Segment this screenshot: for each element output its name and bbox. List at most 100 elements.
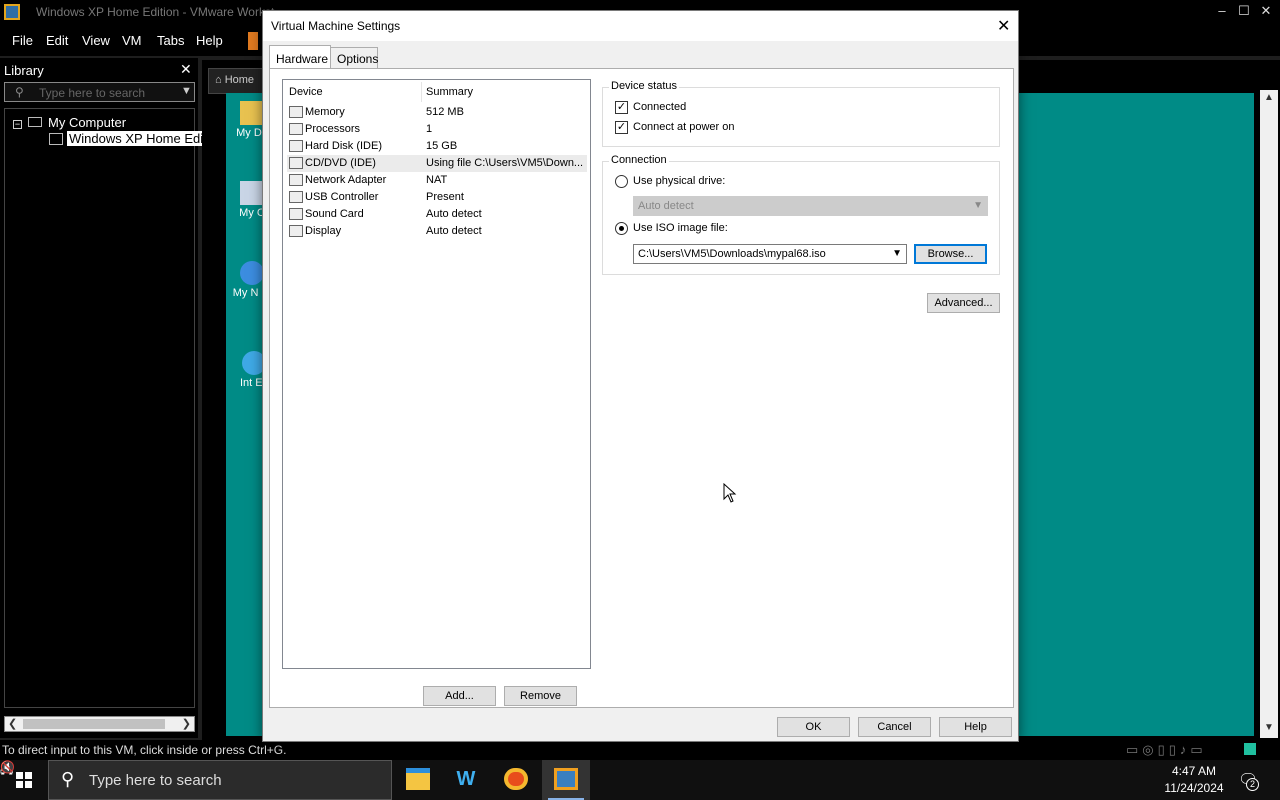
tree-item-vm[interactable]: Windows XP Home Edit — [49, 131, 209, 147]
tree-item-label: Windows XP Home Edit — [67, 131, 209, 147]
folder-icon — [240, 101, 264, 125]
connection-label: Connection — [609, 154, 669, 166]
chevron-down-icon: ▼ — [973, 200, 983, 211]
device-list[interactable]: Device Summary Memory 512 MB Processors 1 Ha… — [282, 79, 591, 669]
tab-home[interactable]: ⌂ Home — [208, 68, 270, 94]
device-name: Processors — [305, 123, 361, 135]
browse-button[interactable]: Browse... — [914, 244, 987, 264]
checkbox-checked-icon[interactable]: ✓ — [615, 121, 628, 134]
chevron-down-icon[interactable]: ▼ — [892, 248, 902, 259]
scroll-left-icon[interactable]: ❮ — [8, 717, 17, 730]
dialog-close-button[interactable]: ✕ — [997, 16, 1010, 36]
cancel-button[interactable]: Cancel — [858, 717, 931, 737]
scroll-down-icon[interactable]: ▼ — [1264, 722, 1274, 733]
taskbar-w-app[interactable]: W — [442, 760, 490, 800]
taskbar-vmware[interactable] — [542, 760, 590, 800]
device-summary: 512 MB — [426, 106, 464, 118]
system-clock[interactable]: 4:47 AM 11/24/2024 — [1162, 763, 1226, 797]
memory-icon — [289, 106, 303, 118]
taskbar-browser[interactable] — [492, 760, 540, 800]
vmware-app-icon — [4, 4, 20, 20]
menu-help[interactable]: Help — [196, 33, 223, 48]
add-device-button[interactable]: Add... — [423, 686, 496, 706]
help-button[interactable]: Help — [939, 717, 1012, 737]
close-window-button[interactable]: ✕ — [1256, 3, 1276, 19]
tree-item-my-computer[interactable]: − My Computer — [13, 115, 126, 130]
device-summary: NAT — [426, 174, 448, 186]
menu-file[interactable]: File — [12, 33, 33, 48]
cd-dvd-icon — [289, 157, 303, 169]
search-icon: ⚲ — [61, 769, 75, 789]
clock-time: 4:47 AM — [1171, 764, 1217, 778]
device-name: Network Adapter — [305, 174, 387, 186]
device-name: Hard Disk (IDE) — [305, 140, 383, 152]
minimize-button[interactable]: – — [1212, 3, 1232, 18]
network-icon — [240, 261, 264, 285]
notification-count-badge: 2 — [1246, 778, 1259, 791]
tab-hardware[interactable]: Hardware — [269, 45, 331, 68]
library-title: Library — [4, 63, 44, 78]
radio-unselected-icon[interactable] — [615, 175, 628, 188]
radio-selected-icon[interactable] — [615, 222, 628, 235]
notification-center-button[interactable]: 🗨 2 — [1238, 770, 1259, 791]
browser-icon — [504, 768, 528, 790]
device-row[interactable]: Hard Disk (IDE) 15 GB — [287, 138, 587, 155]
column-header-summary[interactable]: Summary — [426, 86, 473, 98]
connect-at-power-on-label: Connect at power on — [633, 121, 735, 133]
sound-card-icon — [289, 208, 303, 220]
vm-vertical-scrollbar[interactable]: ▲ ▼ — [1260, 90, 1278, 738]
device-row[interactable]: Memory 512 MB — [287, 104, 587, 121]
iso-path-combobox[interactable]: C:\Users\VM5\Downloads\mypal68.iso ▼ — [633, 244, 907, 264]
device-name: Display — [305, 225, 342, 237]
library-search-input[interactable]: ⚲ Type here to search ▼ — [4, 82, 195, 102]
menu-edit[interactable]: Edit — [46, 33, 68, 48]
pause-icon[interactable] — [248, 32, 258, 50]
vm-settings-dialog: Virtual Machine Settings ✕ Hardware Opti… — [262, 10, 1019, 742]
w-app-icon: W — [456, 768, 476, 790]
taskbar-search-input[interactable]: ⚲ Type here to search — [48, 760, 392, 800]
tab-home-label: Home — [224, 74, 255, 86]
taskbar-file-explorer[interactable] — [394, 760, 442, 800]
checkbox-checked-icon[interactable]: ✓ — [615, 101, 628, 114]
device-status-label: Device status — [609, 80, 680, 92]
scrollbar-thumb[interactable] — [23, 719, 165, 729]
hard-disk-icon — [289, 140, 303, 152]
computer-icon — [28, 117, 42, 127]
device-row[interactable]: Display Auto detect — [287, 223, 587, 240]
file-explorer-icon — [406, 768, 430, 790]
use-iso-image-label: Use ISO image file: — [633, 222, 728, 234]
search-icon: ⚲ — [15, 85, 24, 99]
usb-icon — [289, 191, 303, 203]
column-separator[interactable] — [421, 82, 422, 102]
volume-muted-icon[interactable]: 🔇 — [0, 760, 15, 774]
chevron-down-icon[interactable]: ▼ — [181, 85, 192, 97]
device-row[interactable]: CD/DVD (IDE) Using file C:\Users\VM5\Down… — [287, 155, 587, 172]
library-tree: − My Computer Windows XP Home Edit — [4, 108, 209, 708]
scroll-up-icon[interactable]: ▲ — [1264, 92, 1274, 103]
physical-drive-select: Auto detect ▼ — [633, 196, 988, 216]
menu-tabs[interactable]: Tabs — [157, 33, 184, 48]
vm-status-icon[interactable] — [1244, 743, 1256, 755]
collapse-icon[interactable]: − — [13, 120, 22, 129]
device-row[interactable]: USB Controller Present — [287, 189, 587, 206]
connection-group: Connection Use physical drive: Auto dete… — [602, 154, 1000, 275]
device-status-icons[interactable]: ▭◎▯▯♪▭ — [1126, 742, 1207, 758]
column-header-device[interactable]: Device — [289, 86, 323, 98]
scroll-right-icon[interactable]: ❯ — [182, 717, 191, 730]
library-horizontal-scrollbar[interactable]: ❮ ❯ — [4, 716, 195, 732]
menu-vm[interactable]: VM — [122, 33, 142, 48]
tab-options[interactable]: Options — [330, 47, 378, 69]
device-name: Sound Card — [305, 208, 364, 220]
maximize-button[interactable]: ☐ — [1234, 3, 1254, 19]
menu-view[interactable]: View — [82, 33, 110, 48]
device-row[interactable]: Network Adapter NAT — [287, 172, 587, 189]
device-row[interactable]: Sound Card Auto detect — [287, 206, 587, 223]
taskbar-search-placeholder: Type here to search — [89, 772, 222, 789]
hardware-panel: Device Summary Memory 512 MB Processors 1 Ha… — [269, 68, 1014, 708]
device-row[interactable]: Processors 1 — [287, 121, 587, 138]
library-close-button[interactable]: ✕ — [180, 61, 192, 78]
device-summary: Using file C:\Users\VM5\Down... — [426, 157, 584, 169]
advanced-button[interactable]: Advanced... — [927, 293, 1000, 313]
remove-device-button[interactable]: Remove — [504, 686, 577, 706]
ok-button[interactable]: OK — [777, 717, 850, 737]
